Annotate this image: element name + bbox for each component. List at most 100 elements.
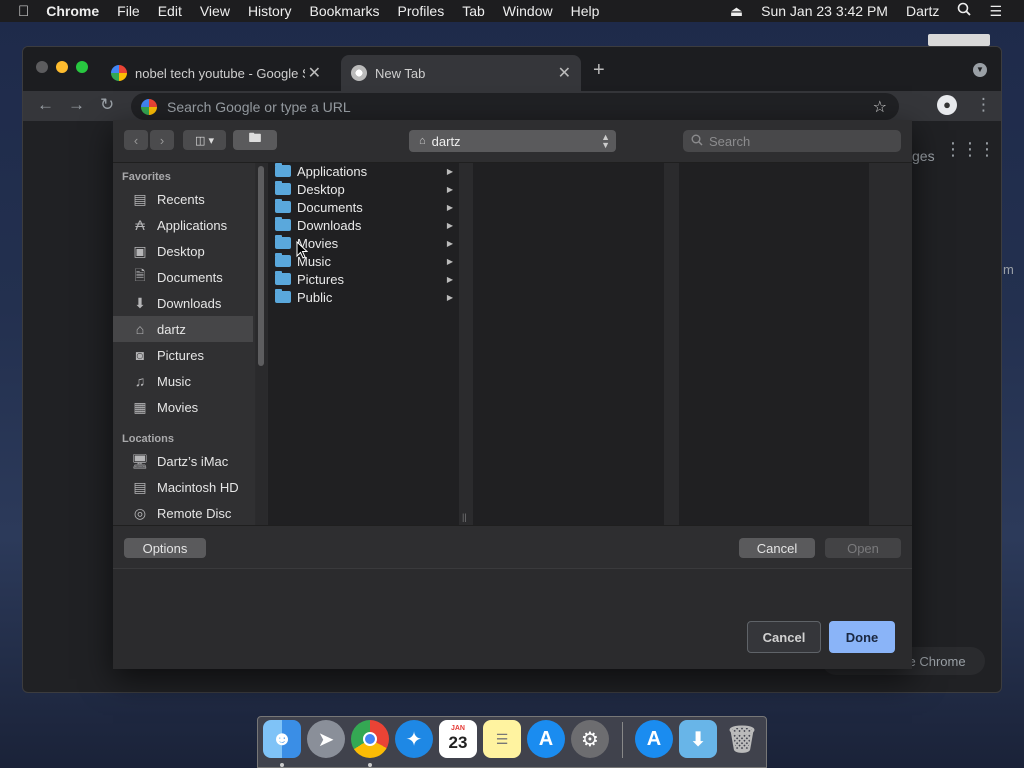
notes-icon[interactable]: ☰ [483, 720, 521, 758]
ntp-images-link[interactable]: ges [912, 148, 935, 164]
bookmark-star-icon[interactable]: ☆ [873, 97, 887, 117]
folder-item-public[interactable]: Public ▶ [269, 288, 459, 306]
sidebar-item-macintosh-hd[interactable]: ▤ Macintosh HD [113, 474, 253, 500]
menu-user[interactable]: Dartz [897, 0, 948, 22]
sheet-cancel-button[interactable]: Cancel [747, 621, 821, 653]
view-mode-columns-icon[interactable]: ◫ ▾ [183, 130, 226, 150]
sidebar-item-downloads[interactable]: ⬇ Downloads [113, 290, 253, 316]
menu-window[interactable]: Window [494, 0, 562, 22]
sidebar-item-desktop[interactable]: ▣ Desktop [113, 238, 253, 264]
system-preferences-icon[interactable]: ⚙ [571, 720, 609, 758]
chrome-icon[interactable] [351, 720, 389, 758]
dialog-search-field[interactable]: Search [683, 130, 901, 152]
search-placeholder: Search [709, 133, 751, 149]
calendar-icon[interactable]: JAN 23 [439, 720, 477, 758]
desktop-drive-icon[interactable] [928, 34, 990, 46]
omnibox[interactable]: Search Google or type a URL ☆ [131, 93, 899, 120]
nav-back-icon[interactable]: ‹ [124, 130, 148, 150]
apple-icon[interactable]:  [0, 3, 37, 20]
menu-view[interactable]: View [191, 0, 239, 22]
disclosure-arrow-icon: ▶ [446, 202, 453, 212]
menu-profiles[interactable]: Profiles [389, 0, 454, 22]
sidebar-item-dartz[interactable]: ⌂ dartz [113, 316, 253, 342]
sheet-done-button[interactable]: Done [829, 621, 895, 653]
new-tab-icon[interactable]: + [593, 59, 605, 82]
open-button[interactable]: Open [825, 538, 901, 558]
sidebar-item-remote-disc[interactable]: ◎ Remote Disc [113, 500, 253, 526]
options-button[interactable]: Options [124, 538, 206, 558]
sidebar-favorites-header: Favorites [122, 171, 171, 183]
profile-avatar-icon[interactable]: ● [937, 95, 957, 115]
camera-icon: ◙ [135, 347, 145, 363]
back-icon[interactable]: ← [37, 95, 54, 115]
menu-file[interactable]: File [108, 0, 149, 22]
disclosure-arrow-icon: ▶ [446, 184, 453, 194]
finder-icon[interactable]: ☻ [263, 720, 301, 758]
sidebar-item-imac[interactable]: 🖥 Dartz’s iMac [113, 448, 253, 474]
location-label: dartz [431, 133, 461, 149]
cancel-button[interactable]: Cancel [739, 538, 815, 558]
reload-icon[interactable]: ↻ [100, 95, 114, 115]
sidebar-item-label: Downloads [157, 295, 222, 311]
launchpad-icon[interactable]: ➤ [307, 720, 345, 758]
folder-item-pictures[interactable]: Pictures ▶ [269, 270, 459, 288]
menu-app-name[interactable]: Chrome [37, 0, 108, 22]
close-tab-icon[interactable]: ✕ [558, 63, 571, 83]
column-resize-handle[interactable]: || [462, 512, 467, 522]
ntp-fragment: m [1003, 262, 1014, 277]
safari-icon[interactable]: ✦ [395, 720, 433, 758]
app-store-icon[interactable]: A [527, 720, 565, 758]
sidebar-item-movies[interactable]: ▦ Movies [113, 394, 253, 420]
close-tab-icon[interactable]: ✕ [308, 63, 321, 83]
document-icon: 🗎 [134, 267, 146, 283]
sidebar-item-label: Pictures [157, 347, 204, 363]
close-window-icon[interactable] [36, 61, 48, 73]
menu-tab[interactable]: Tab [453, 0, 494, 22]
notification-center-icon[interactable]: ☰ [980, 0, 1024, 22]
menu-bookmarks[interactable]: Bookmarks [301, 0, 389, 22]
menu-edit[interactable]: Edit [149, 0, 191, 22]
new-folder-icon[interactable]: 🖿 [233, 130, 277, 150]
spotlight-search-icon[interactable] [948, 0, 980, 22]
folder-item-desktop[interactable]: Desktop ▶ [269, 180, 459, 198]
folder-item-documents[interactable]: Documents ▶ [269, 198, 459, 216]
sidebar-item-music[interactable]: ♫ Music [113, 368, 253, 394]
sidebar-item-label: dartz [157, 321, 186, 337]
downloads-folder-icon[interactable]: ⬇ [679, 720, 717, 758]
folder-label: Applications [297, 163, 368, 179]
tab-nobel-tech[interactable]: nobel tech youtube - Google S ✕ [101, 55, 331, 91]
sidebar-item-recents[interactable]: ▤ Recents [113, 186, 253, 212]
nav-forward-icon[interactable]: › [150, 130, 174, 150]
sidebar-item-label: Music [157, 373, 191, 389]
folder-item-downloads[interactable]: Downloads ▶ [269, 216, 459, 234]
sidebar-item-pictures[interactable]: ◙ Pictures [113, 342, 253, 368]
zoom-window-icon[interactable] [76, 61, 88, 73]
disclosure-arrow-icon: ▶ [446, 256, 453, 266]
app-store-icon[interactable]: A [635, 720, 673, 758]
tab-new-tab[interactable]: New Tab ✕ [341, 55, 581, 91]
menu-more-icon[interactable]: ⋮ [975, 95, 992, 115]
popup-chevrons-icon: ▲ ▼ [601, 132, 610, 150]
hard-drive-icon: ▤ [133, 478, 147, 495]
minimize-window-icon[interactable] [56, 61, 68, 73]
eject-icon[interactable]: ⏏ [721, 0, 752, 22]
menu-history[interactable]: History [239, 0, 301, 22]
sidebar-scroll-thumb[interactable] [258, 166, 264, 366]
omnibox-placeholder: Search Google or type a URL [167, 98, 351, 115]
browser-toolbar: ← → ↻ Search Google or type a URL ☆ ● ⋮ [23, 91, 1001, 121]
folder-icon [275, 163, 291, 177]
forward-icon[interactable]: → [68, 95, 85, 115]
menu-help[interactable]: Help [562, 0, 609, 22]
sidebar-item-applications[interactable]: ₳ Applications [113, 212, 253, 238]
menu-clock[interactable]: Sun Jan 23 3:42 PM [752, 0, 897, 22]
disclosure-arrow-icon: ▶ [446, 166, 453, 176]
sidebar-item-documents[interactable]: 🗎 Documents [113, 264, 253, 290]
folder-item-applications[interactable]: Applications ▶ [269, 162, 459, 180]
tab-search-icon[interactable]: ▼ [973, 63, 987, 77]
sidebar-item-label: Macintosh HD [157, 479, 239, 495]
folder-icon [275, 253, 291, 267]
google-apps-icon[interactable]: ⋮⋮⋮ [944, 140, 996, 158]
tab-strip: nobel tech youtube - Google S ✕ New Tab … [23, 47, 1001, 91]
trash-icon[interactable]: 🗑 [723, 720, 761, 758]
location-popup[interactable]: ⌂ dartz ▲ ▼ [409, 130, 616, 152]
